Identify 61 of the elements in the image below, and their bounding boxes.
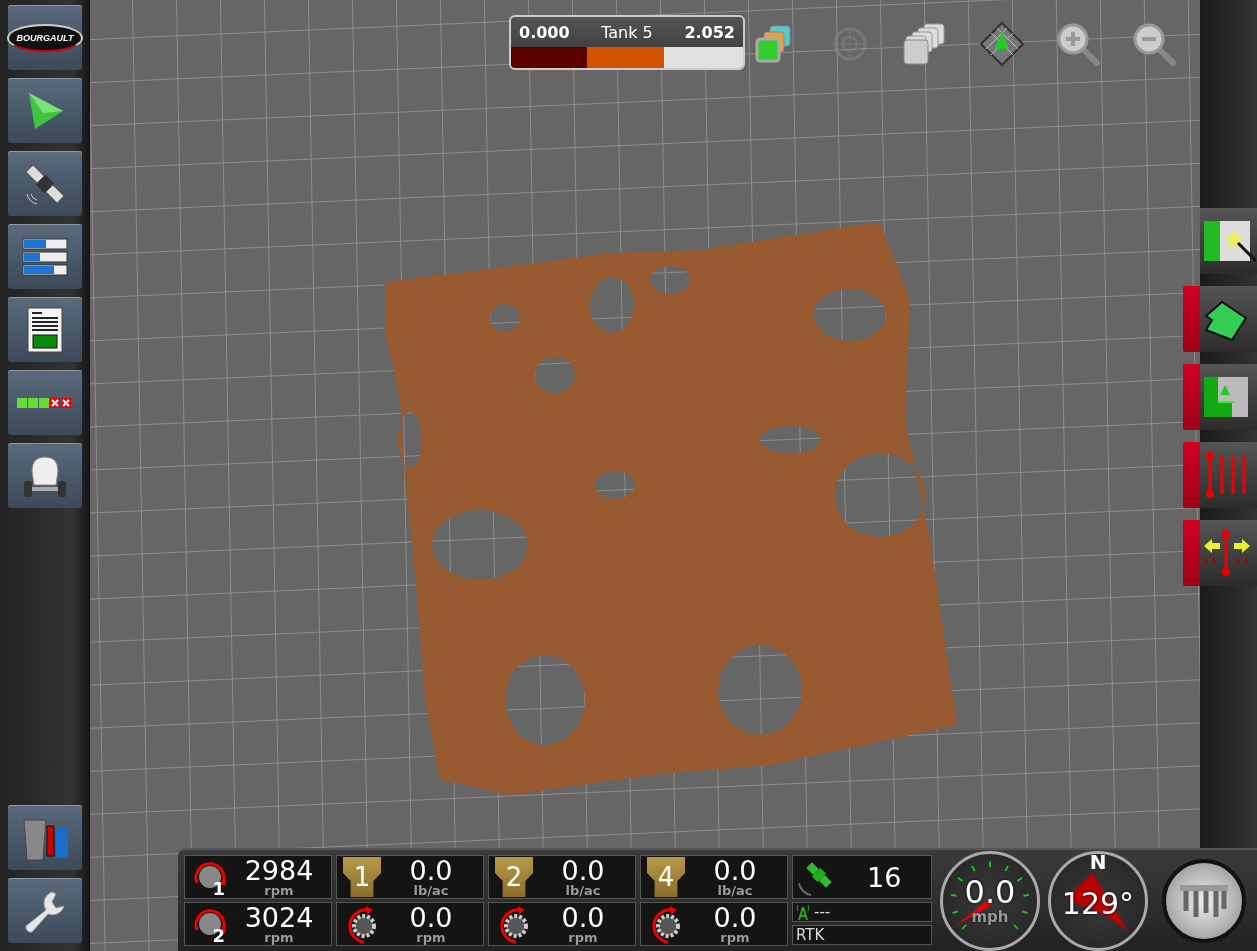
meter-rpm-value: 0.0: [713, 904, 757, 931]
unit-label: rpm: [264, 931, 294, 944]
unit-label: rpm: [720, 931, 750, 944]
meter-speed-readout[interactable]: 0.0 rpm: [336, 902, 484, 946]
unit-label: rpm: [568, 931, 598, 944]
tank-number: 2: [495, 857, 533, 897]
unit-label: lb/ac: [413, 884, 449, 897]
fan-rpm-value: 3024: [244, 904, 314, 931]
rate-value: 0.0: [561, 857, 605, 884]
map-action-button[interactable]: [1200, 208, 1257, 274]
tank-number: 4: [647, 857, 685, 897]
gps-mode: RTK: [796, 926, 825, 944]
unit-label: rpm: [264, 884, 294, 897]
tank-name: Tank 5: [601, 22, 653, 42]
brand-logo: BOURGAULT: [6, 23, 84, 52]
antenna-icon: [796, 903, 810, 921]
grid-arrow-icon: [979, 21, 1025, 67]
rate-value: 0.0: [409, 857, 453, 884]
fan-number: 1: [212, 878, 225, 899]
section-status-icon: [17, 395, 73, 410]
tank-rate-readout[interactable]: 2 0.0 lb/ac: [488, 855, 636, 899]
speed-unit: mph: [971, 907, 1009, 926]
report-icon: [27, 306, 63, 353]
meter-speed-readout[interactable]: 0.0 rpm: [640, 902, 788, 946]
sidebar-button[interactable]: [8, 443, 82, 508]
map-action-button[interactable]: [1200, 520, 1257, 586]
implement-icon: [1179, 883, 1229, 918]
tank-rate-readout[interactable]: 1 0.0 lb/ac: [336, 855, 484, 899]
speed-value: 0.0: [964, 875, 1016, 908]
logo-button[interactable]: BOURGAULT: [8, 5, 82, 70]
meter-rpm-value: 0.0: [409, 904, 453, 931]
progress-bars-icon: [22, 236, 68, 277]
shift-line-icon: [1202, 528, 1252, 578]
tank-max-value: 2.052: [684, 22, 735, 42]
headland-icon: [1202, 375, 1248, 419]
correction-signal: ---: [814, 903, 831, 921]
rate-value: 0.0: [713, 857, 757, 884]
fan-rpm-value: 2984: [244, 857, 314, 884]
sidebar-button[interactable]: [8, 297, 82, 362]
zoom-in-icon: [1055, 21, 1101, 67]
tank-rate-readout[interactable]: 4 0.0 lb/ac: [640, 855, 788, 899]
satellite-count: 16: [867, 861, 902, 893]
unit-label: lb/ac: [717, 884, 753, 897]
unit-label: lb/ac: [565, 884, 601, 897]
fan-number: 2: [212, 925, 225, 946]
map-action-button[interactable]: [1200, 286, 1257, 352]
meter-rpm-value: 0.0: [561, 904, 605, 931]
speedometer[interactable]: 0.0 mph: [940, 850, 1040, 951]
north-label: N: [1089, 849, 1107, 874]
meter-speed-readout[interactable]: 0.0 rpm: [488, 902, 636, 946]
crosshair-icon: [830, 24, 870, 64]
zoom-out-icon: [1131, 21, 1177, 67]
sidebar-button[interactable]: [8, 151, 82, 216]
map-action-button[interactable]: [1200, 364, 1257, 430]
unit-label: rpm: [416, 931, 446, 944]
sidebar-button[interactable]: [8, 878, 82, 943]
sidebar-button[interactable]: [8, 224, 82, 289]
tank-number: 1: [343, 857, 381, 897]
tank-gauge[interactable]: 0.000 Tank 5 2.052: [509, 15, 745, 70]
satellite-count-readout[interactable]: 16: [792, 855, 932, 899]
tank-min-value: 0.000: [519, 22, 570, 42]
